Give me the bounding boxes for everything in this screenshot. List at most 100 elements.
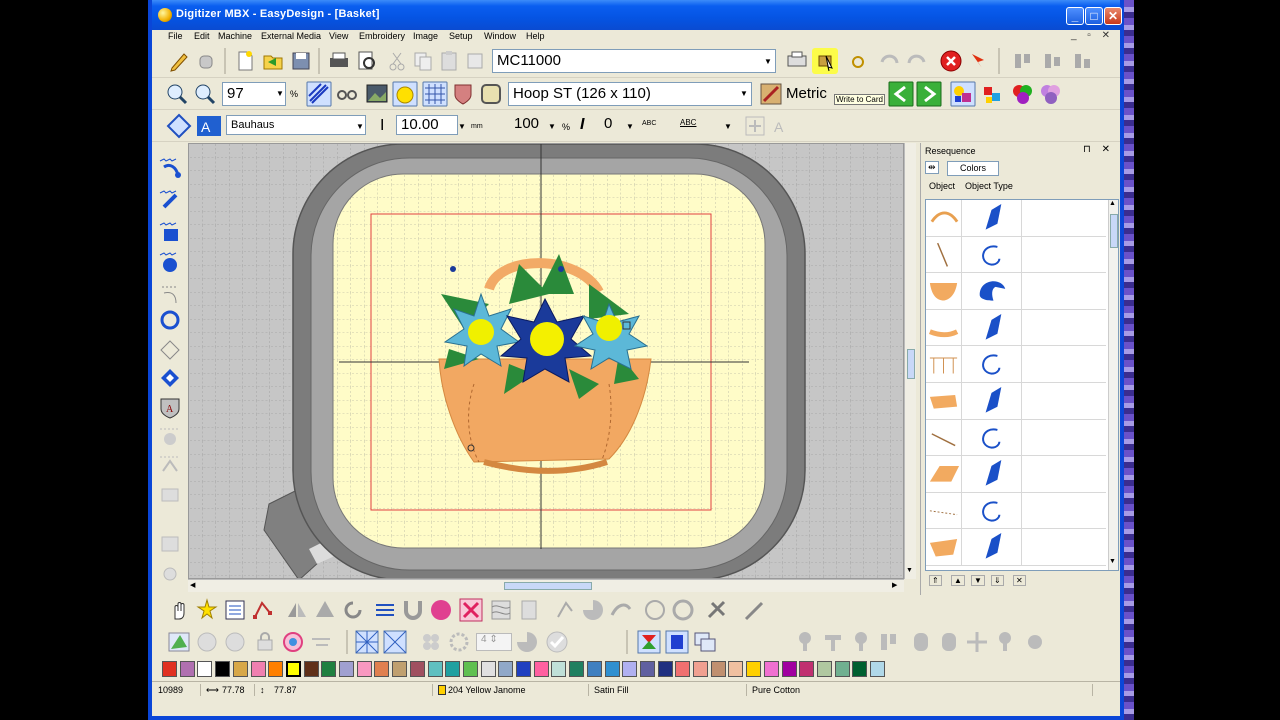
read-card-icon[interactable]: [846, 50, 872, 76]
circle-closed-icon[interactable]: [670, 597, 696, 623]
thread-spool-icon[interactable]: [664, 629, 690, 655]
panel-pin-close[interactable]: ⊓ ✕: [1083, 144, 1114, 155]
diamond-outline-icon[interactable]: [158, 339, 182, 361]
redo-icon[interactable]: [904, 48, 930, 74]
same-width-icon[interactable]: [1022, 629, 1048, 655]
color-swatch[interactable]: [285, 661, 301, 677]
pattern-fill-icon[interactable]: [488, 597, 514, 623]
list-item[interactable]: [926, 346, 1106, 383]
list-item[interactable]: [926, 236, 1106, 274]
color-change-icon[interactable]: [980, 81, 1006, 107]
show-grid-icon[interactable]: [422, 81, 448, 107]
multi-view-icon[interactable]: [692, 629, 718, 655]
center-icon[interactable]: [964, 629, 990, 655]
color-swatch[interactable]: [834, 661, 850, 677]
list-item[interactable]: [926, 529, 1106, 566]
combine-icon[interactable]: [194, 629, 220, 655]
photo-stitch-icon[interactable]: [158, 533, 182, 555]
menu-image[interactable]: Image: [413, 31, 438, 41]
color-swatch[interactable]: [533, 661, 549, 677]
align-center-icon[interactable]: [1040, 48, 1066, 74]
align-left-icon[interactable]: [792, 629, 818, 655]
color-swatch[interactable]: [639, 661, 655, 677]
hand-tool-icon[interactable]: [194, 48, 220, 74]
text-effect-arc[interactable]: ABC: [642, 120, 656, 127]
color-swatch[interactable]: [215, 661, 231, 677]
color-swatch[interactable]: [586, 661, 602, 677]
color-swatch[interactable]: [675, 661, 691, 677]
scroll-down-icon[interactable]: ▼: [1109, 558, 1116, 565]
open-file-icon[interactable]: [260, 48, 286, 74]
same-size-icon[interactable]: [992, 629, 1018, 655]
array-icon[interactable]: [418, 629, 444, 655]
horizontal-scroll-thumb[interactable]: [504, 582, 592, 590]
tools-icon[interactable]: [704, 597, 730, 623]
machine-select[interactable]: MC11000: [492, 49, 776, 73]
color-swatch[interactable]: [657, 661, 673, 677]
circular-array-icon[interactable]: [446, 629, 472, 655]
color-swatch[interactable]: [569, 661, 585, 677]
sort-by-color-icon[interactable]: [636, 629, 662, 655]
move-up-icon[interactable]: ▲: [951, 575, 965, 586]
add-letter-icon[interactable]: [742, 113, 768, 139]
list-item[interactable]: [926, 492, 1106, 530]
menu-setup[interactable]: Setup: [449, 31, 473, 41]
chevron-down-icon[interactable]: ▼: [548, 122, 556, 131]
pencil-icon[interactable]: [166, 48, 192, 74]
hand-select-icon[interactable]: [166, 597, 192, 623]
color-swatch[interactable]: [763, 661, 779, 677]
remove-overlap-icon[interactable]: [458, 597, 484, 623]
scroll-right-icon[interactable]: ▶: [892, 581, 897, 589]
copies-input[interactable]: 4 ⇕: [476, 633, 512, 651]
menu-embroidery[interactable]: Embroidery: [359, 31, 405, 41]
previous-arrow-icon[interactable]: [888, 81, 914, 107]
hoop-select-icon[interactable]: [478, 81, 504, 107]
list-scrollbar[interactable]: ▲ ▼: [1108, 200, 1118, 570]
list-item[interactable]: [926, 273, 1106, 310]
vertical-scroll-thumb[interactable]: [907, 349, 915, 379]
color-swatch[interactable]: [356, 661, 372, 677]
applique-ring-icon[interactable]: [280, 629, 306, 655]
chevron-down-icon[interactable]: ▼: [458, 122, 466, 131]
color-swatch[interactable]: [179, 661, 195, 677]
color-swatch[interactable]: [498, 661, 514, 677]
scroll-down-icon[interactable]: ▼: [906, 567, 913, 574]
chevron-down-icon[interactable]: ▼: [356, 122, 364, 131]
color-swatch[interactable]: [781, 661, 797, 677]
maximize-button[interactable]: □: [1085, 7, 1103, 25]
chevron-down-icon[interactable]: ▼: [626, 122, 634, 131]
menu-machine[interactable]: Machine: [218, 31, 252, 41]
expand-icon[interactable]: ⇹: [925, 161, 939, 174]
resequence-list[interactable]: ▲ ▼: [925, 199, 1119, 571]
move-down-icon[interactable]: ▼: [971, 575, 985, 586]
circle-open-icon[interactable]: [642, 597, 668, 623]
next-arrow-icon[interactable]: [916, 81, 942, 107]
fill-line-icon[interactable]: [158, 189, 182, 211]
color-swatch[interactable]: [728, 661, 744, 677]
scroll-left-icon[interactable]: ◀: [190, 581, 195, 589]
copy-icon[interactable]: [410, 48, 436, 74]
print-preview-icon[interactable]: [354, 48, 380, 74]
color-swatch[interactable]: [816, 661, 832, 677]
magnet-icon[interactable]: [400, 597, 426, 623]
mdi-controls[interactable]: _ ▫ ✕: [1071, 30, 1114, 41]
font-lettering-icon[interactable]: A: [196, 113, 222, 139]
color-swatch[interactable]: [693, 661, 708, 677]
delete-object-icon[interactable]: [462, 48, 488, 74]
color-swatch[interactable]: [268, 661, 284, 677]
satin-line-icon[interactable]: [158, 157, 182, 179]
chevron-down-icon[interactable]: ▼: [764, 57, 772, 66]
color-swatch[interactable]: [409, 661, 425, 677]
delete-icon[interactable]: ✕: [1013, 575, 1026, 586]
hoop-select[interactable]: Hoop ST (126 x 110): [508, 82, 752, 106]
new-file-icon[interactable]: [232, 48, 258, 74]
fill-ball-icon[interactable]: [428, 597, 454, 623]
distribute-icon[interactable]: [876, 629, 902, 655]
circle-fill-icon[interactable]: [158, 251, 182, 273]
stitch-direction-icon[interactable]: [372, 597, 398, 623]
chevron-down-icon[interactable]: ▼: [276, 89, 284, 98]
print-icon[interactable]: [326, 48, 352, 74]
fill-area-icon[interactable]: [158, 221, 182, 243]
menu-view[interactable]: View: [329, 31, 348, 41]
align-right-icon[interactable]: [820, 629, 846, 655]
